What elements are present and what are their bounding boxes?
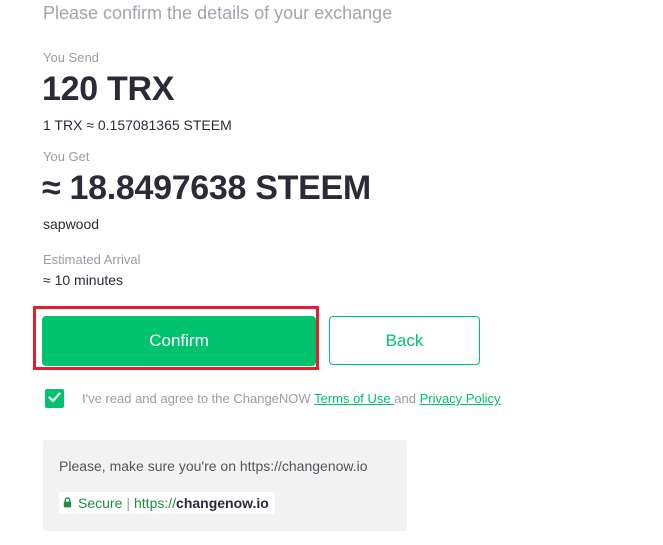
you-send-label: You Send (43, 50, 99, 65)
secure-url-badge: Secure | https://changenow.io (59, 492, 275, 514)
checkmark-icon (48, 390, 61, 408)
agreement-and: and (394, 391, 420, 406)
secure-label: Secure (78, 495, 123, 511)
secure-separator: | (126, 495, 130, 511)
you-get-label: You Get (43, 149, 90, 164)
estimated-arrival-value: ≈ 10 minutes (43, 272, 124, 288)
privacy-policy-link[interactable]: Privacy Policy (420, 391, 501, 406)
url-notice-text: Please, make sure you're on https://chan… (59, 458, 368, 474)
exchange-rate: 1 TRX ≈ 0.157081365 STEEM (43, 117, 232, 133)
agree-checkbox[interactable] (45, 389, 64, 408)
recipient-address: sapwood (43, 216, 100, 232)
secure-domain: changenow.io (176, 495, 269, 511)
confirm-button-label: Confirm (149, 331, 209, 350)
back-button-label: Back (385, 330, 424, 350)
agreement-text: I've read and agree to the ChangeNOW Ter… (82, 391, 500, 406)
confirm-button[interactable]: Confirm (42, 316, 316, 366)
back-button[interactable]: Back (329, 316, 480, 365)
get-amount: ≈ 18.8497638 STEEM (42, 169, 371, 207)
page-subtitle: Please confirm the details of your excha… (43, 3, 393, 23)
url-notice-panel: Please, make sure you're on https://chan… (43, 440, 407, 531)
lock-icon (63, 495, 72, 511)
estimated-arrival-label: Estimated Arrival (43, 252, 141, 267)
send-amount: 120 TRX (42, 70, 175, 108)
secure-protocol: https:// (134, 495, 177, 511)
terms-of-use-link[interactable]: Terms of Use (314, 391, 394, 406)
agreement-prefix: I've read and agree to the ChangeNOW (82, 391, 315, 406)
